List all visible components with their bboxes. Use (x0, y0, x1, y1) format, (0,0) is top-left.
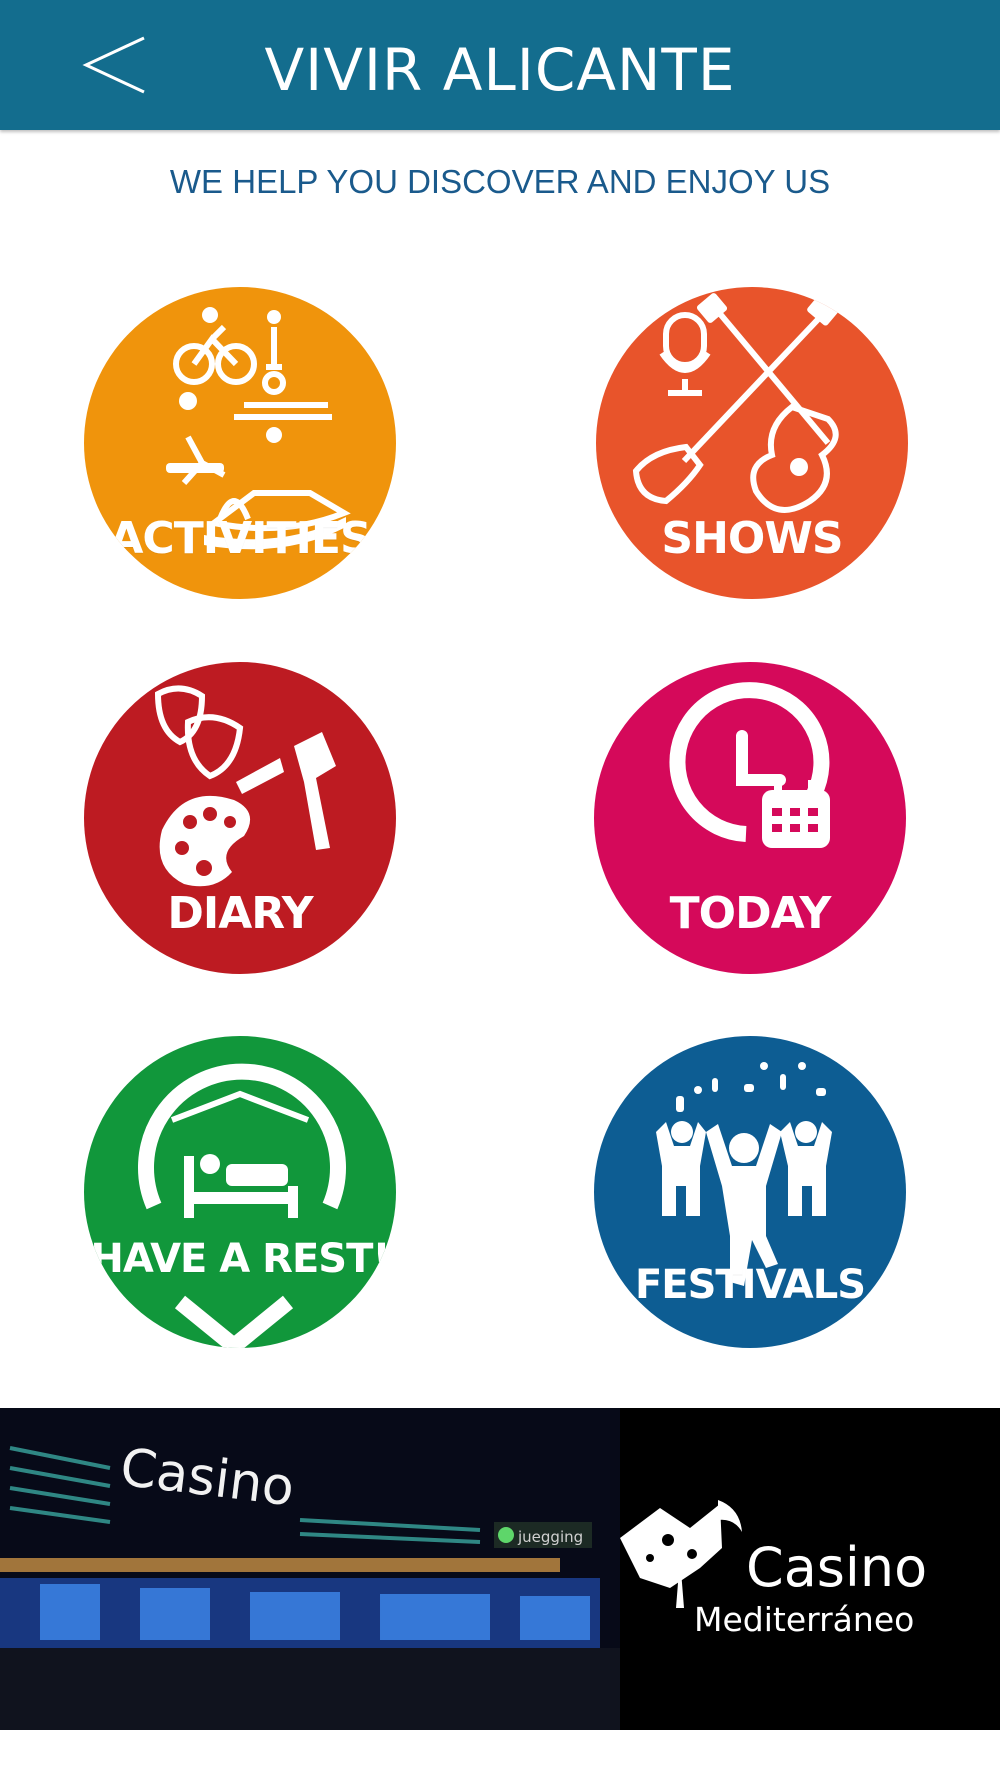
casino-banner-ad[interactable]: juegging Casino Casino Mediterráneo (0, 1408, 1000, 1730)
tile-label: ACTIVITIES (109, 513, 371, 564)
page-title: VIVIR ALICANTE (264, 36, 736, 104)
tile-label: DIARY (167, 888, 313, 939)
tile-today[interactable]: TODAY (594, 662, 906, 974)
tile-label: FESTIVALS (634, 1262, 866, 1308)
tile-label: TODAY (669, 888, 832, 939)
tile-shows[interactable]: SHOWS (596, 287, 908, 599)
tile-activities[interactable]: ACTIVITIES (84, 287, 396, 599)
bed-location-pin-icon (138, 1063, 346, 1348)
tile-have-a-rest[interactable]: HAVE A REST! (84, 1036, 396, 1348)
back-button[interactable] (72, 30, 162, 100)
brand-name-line2: Mediterráneo (694, 1600, 915, 1639)
brand-name-line1: Casino (746, 1536, 928, 1599)
tagline: WE HELP YOU DISCOVER AND ENJOY US (169, 163, 831, 200)
chevron-left-icon (82, 36, 145, 94)
tile-diary[interactable]: DIARY (84, 662, 396, 974)
tile-label: HAVE A REST! (90, 1236, 390, 1282)
svg-text:juegging: juegging (517, 1528, 583, 1546)
tile-festivals[interactable]: FESTIVALS (594, 1036, 906, 1348)
app-header: VIVIR ALICANTE (0, 0, 1000, 130)
tile-label: SHOWS (661, 513, 843, 564)
